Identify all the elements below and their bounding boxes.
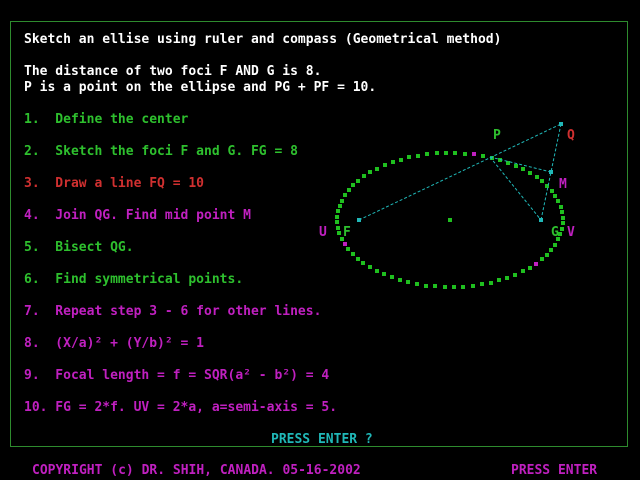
ellipse-dot	[337, 231, 341, 235]
ellipse-dot	[368, 170, 372, 174]
ellipse-dot	[335, 220, 339, 224]
ellipse-dot	[443, 285, 447, 289]
ellipse-dot	[375, 167, 379, 171]
label-v: V	[567, 225, 575, 240]
ellipse-dot	[472, 152, 476, 156]
ellipse-dot	[550, 189, 554, 193]
ellipse-dot	[336, 226, 340, 230]
footer-press-enter[interactable]: PRESS ENTER	[511, 463, 597, 479]
ellipse-dot	[549, 248, 553, 252]
ellipse-dot	[356, 257, 360, 261]
ellipse-dot	[545, 253, 549, 257]
ellipse-dot	[338, 204, 342, 208]
ellipse-dot	[528, 266, 532, 270]
ellipse-dot	[463, 152, 467, 156]
ellipse-dot	[535, 175, 539, 179]
ellipse-dot	[560, 210, 564, 214]
ellipse-dot	[390, 275, 394, 279]
ellipse-dot	[461, 285, 465, 289]
ellipse-dot	[407, 155, 411, 159]
ellipse-dot	[368, 265, 372, 269]
ellipse-dot	[452, 285, 456, 289]
ellipse-dot	[444, 151, 448, 155]
copyright-text: COPYRIGHT (c) DR. SHIH, CANADA. 05-16-20…	[32, 463, 361, 478]
ellipse-dot	[382, 272, 386, 276]
ellipse-dot	[340, 199, 344, 203]
press-enter-prompt[interactable]: PRESS ENTER ?	[271, 432, 373, 448]
ellipse-dot	[540, 257, 544, 261]
ellipse-dot	[435, 151, 439, 155]
ellipse-dot	[347, 188, 351, 192]
ellipse-diagram: P Q M U F G V	[319, 122, 575, 289]
ellipse-dot	[343, 193, 347, 197]
point-m	[549, 170, 553, 174]
ellipse-dot	[424, 284, 428, 288]
point-f	[357, 218, 361, 222]
ellipse-dot	[540, 179, 544, 183]
ellipse-dot	[416, 154, 420, 158]
ellipse-dot	[415, 282, 419, 286]
ellipse-dot	[506, 161, 510, 165]
ellipse-dot	[343, 242, 347, 246]
ellipse-dot	[560, 227, 564, 231]
ellipse-dot	[383, 163, 387, 167]
point-center	[448, 218, 452, 222]
ellipse-dot	[480, 282, 484, 286]
ellipse-dot	[553, 194, 557, 198]
ellipse-dot	[561, 216, 565, 220]
ellipse-dot	[505, 276, 509, 280]
ellipse-dot	[559, 205, 563, 209]
ellipse-dot	[553, 243, 557, 247]
label-p: P	[493, 128, 501, 143]
ellipse-dot	[433, 284, 437, 288]
label-f: F	[343, 225, 351, 240]
ellipse-dot	[534, 262, 538, 266]
ellipse-dot	[399, 158, 403, 162]
ellipse-dot	[489, 281, 493, 285]
ellipse-dot	[361, 261, 365, 265]
ellipse-dot	[406, 280, 410, 284]
point-g	[539, 218, 543, 222]
ellipse-dot	[362, 174, 366, 178]
label-q: Q	[567, 128, 575, 143]
ellipse-dot	[356, 179, 360, 183]
ellipse-dot	[471, 284, 475, 288]
ellipse-dot	[521, 167, 525, 171]
ellipse-dot	[351, 252, 355, 256]
ellipse-dot	[391, 160, 395, 164]
ellipse-dot	[336, 209, 340, 213]
label-u: U	[319, 225, 327, 240]
ellipse-dot	[398, 278, 402, 282]
ellipse-dot	[351, 183, 355, 187]
label-g: G	[551, 225, 559, 240]
ellipse-dot	[513, 273, 517, 277]
ellipse-dot	[497, 278, 501, 282]
label-m: M	[559, 177, 567, 192]
point-q	[559, 122, 563, 126]
ellipse-dot	[514, 164, 518, 168]
ellipse-dot	[521, 269, 525, 273]
ellipse-dot	[346, 247, 350, 251]
ellipse-dot	[481, 154, 485, 158]
ellipse-dot	[556, 199, 560, 203]
ellipse-dot	[425, 152, 429, 156]
ellipse-dot	[528, 171, 532, 175]
ellipse-dot	[453, 151, 457, 155]
ellipse-dot	[561, 221, 565, 225]
ellipse-dot	[335, 215, 339, 219]
ellipse-dot	[375, 269, 379, 273]
